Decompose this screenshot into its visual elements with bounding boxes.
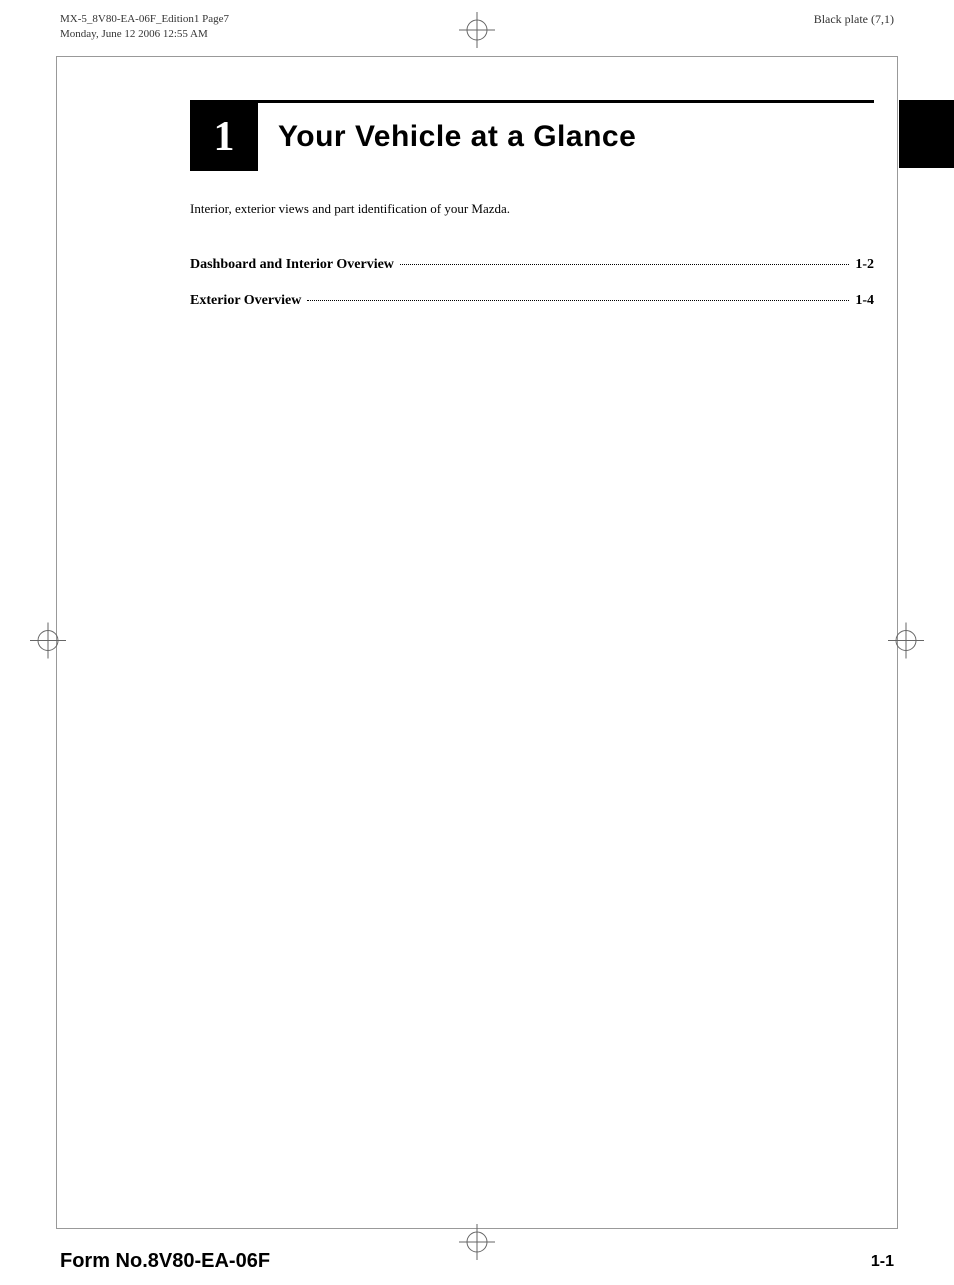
toc-label-2: Exterior Overview — [190, 293, 301, 309]
chapter-number: 1 — [214, 113, 235, 161]
header-date: Monday, June 12 2006 12:55 AM — [60, 27, 229, 42]
chapter-tab — [899, 100, 954, 168]
chapter-title: Your Vehicle at a Glance — [278, 120, 636, 154]
toc-entry-2: Exterior Overview 1-4 — [190, 293, 874, 309]
top-border-line — [56, 56, 898, 57]
right-crosshair — [888, 622, 924, 663]
header-left-text: MX-5_8V80-EA-06F_Edition1 Page7 Monday, … — [60, 12, 229, 43]
main-content: 1 Your Vehicle at a Glance Interior, ext… — [190, 100, 874, 329]
toc-label-1: Dashboard and Interior Overview — [190, 257, 394, 273]
chapter-number-box: 1 — [190, 103, 258, 171]
toc-page-2: 1-4 — [855, 293, 874, 309]
toc-page-1: 1-2 — [855, 257, 874, 273]
toc-dots-2 — [307, 300, 849, 301]
header-right-text: Black plate (7,1) — [814, 12, 894, 27]
chapter-header: 1 Your Vehicle at a Glance — [190, 100, 874, 171]
chapter-subtitle: Interior, exterior views and part identi… — [190, 201, 874, 217]
header-filename: MX-5_8V80-EA-06F_Edition1 Page7 — [60, 12, 229, 27]
page-number: 1-1 — [871, 1253, 894, 1271]
form-number: Form No.8V80-EA-06F — [60, 1250, 270, 1273]
toc-dots-1 — [400, 264, 849, 265]
page-header: MX-5_8V80-EA-06F_Edition1 Page7 Monday, … — [60, 12, 894, 43]
toc-entry-1: Dashboard and Interior Overview 1-2 — [190, 257, 874, 273]
page-footer: Form No.8V80-EA-06F 1-1 — [60, 1250, 894, 1273]
black-plate-text: Black plate (7,1) — [814, 12, 894, 27]
left-crosshair — [30, 622, 66, 663]
top-crosshair — [459, 12, 495, 53]
